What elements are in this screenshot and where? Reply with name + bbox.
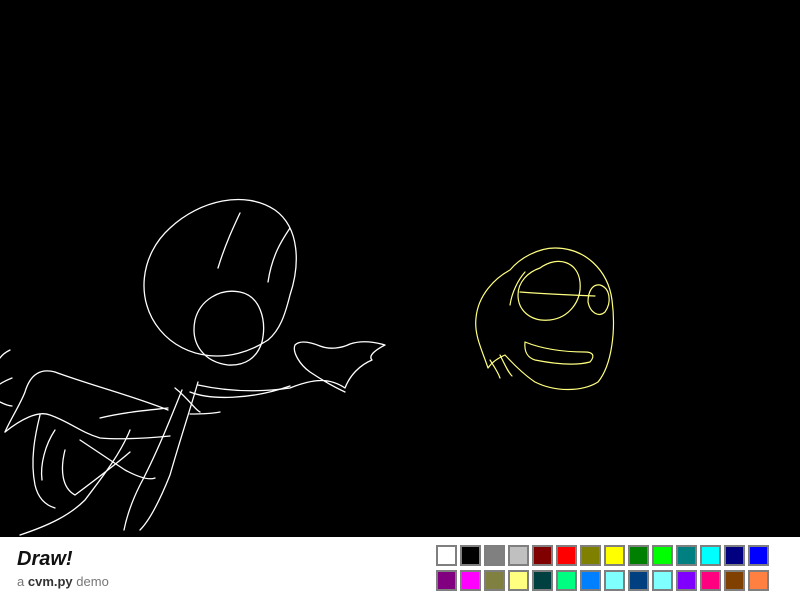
- yellow-face-strokes: [475, 247, 615, 391]
- color-swatch[interactable]: [556, 545, 577, 566]
- color-swatch[interactable]: [556, 570, 577, 591]
- app-subtitle: a cvm.py demo: [17, 574, 109, 589]
- color-swatch[interactable]: [580, 570, 601, 591]
- color-swatch[interactable]: [580, 545, 601, 566]
- color-swatch[interactable]: [508, 570, 529, 591]
- white-figure-strokes: [0, 198, 386, 536]
- drawing-canvas[interactable]: [0, 0, 800, 537]
- color-swatch[interactable]: [532, 570, 553, 591]
- footer-bar: Draw! a cvm.py demo: [0, 537, 800, 600]
- color-swatch[interactable]: [700, 545, 721, 566]
- color-swatch[interactable]: [436, 545, 457, 566]
- subtitle-suffix: demo: [76, 574, 109, 589]
- color-swatch[interactable]: [700, 570, 721, 591]
- color-swatch[interactable]: [460, 570, 481, 591]
- subtitle-name: cvm.py: [27, 574, 73, 589]
- color-swatch[interactable]: [532, 545, 553, 566]
- subtitle-prefix: a: [17, 574, 25, 589]
- color-swatch[interactable]: [628, 570, 649, 591]
- color-swatch[interactable]: [604, 570, 625, 591]
- color-swatch[interactable]: [676, 570, 697, 591]
- app-title: Draw!: [17, 548, 73, 570]
- color-swatch[interactable]: [724, 545, 745, 566]
- color-swatch[interactable]: [508, 545, 529, 566]
- color-swatch[interactable]: [604, 545, 625, 566]
- color-swatch[interactable]: [748, 570, 769, 591]
- color-swatch[interactable]: [484, 545, 505, 566]
- color-swatch[interactable]: [652, 545, 673, 566]
- color-swatch[interactable]: [676, 545, 697, 566]
- color-swatch[interactable]: [436, 570, 457, 591]
- color-swatch[interactable]: [460, 545, 481, 566]
- color-swatch[interactable]: [628, 545, 649, 566]
- color-swatch[interactable]: [484, 570, 505, 591]
- color-swatch[interactable]: [724, 570, 745, 591]
- color-palette: [436, 545, 769, 591]
- drawing-svg[interactable]: [0, 0, 800, 537]
- color-swatch[interactable]: [748, 545, 769, 566]
- color-swatch[interactable]: [652, 570, 673, 591]
